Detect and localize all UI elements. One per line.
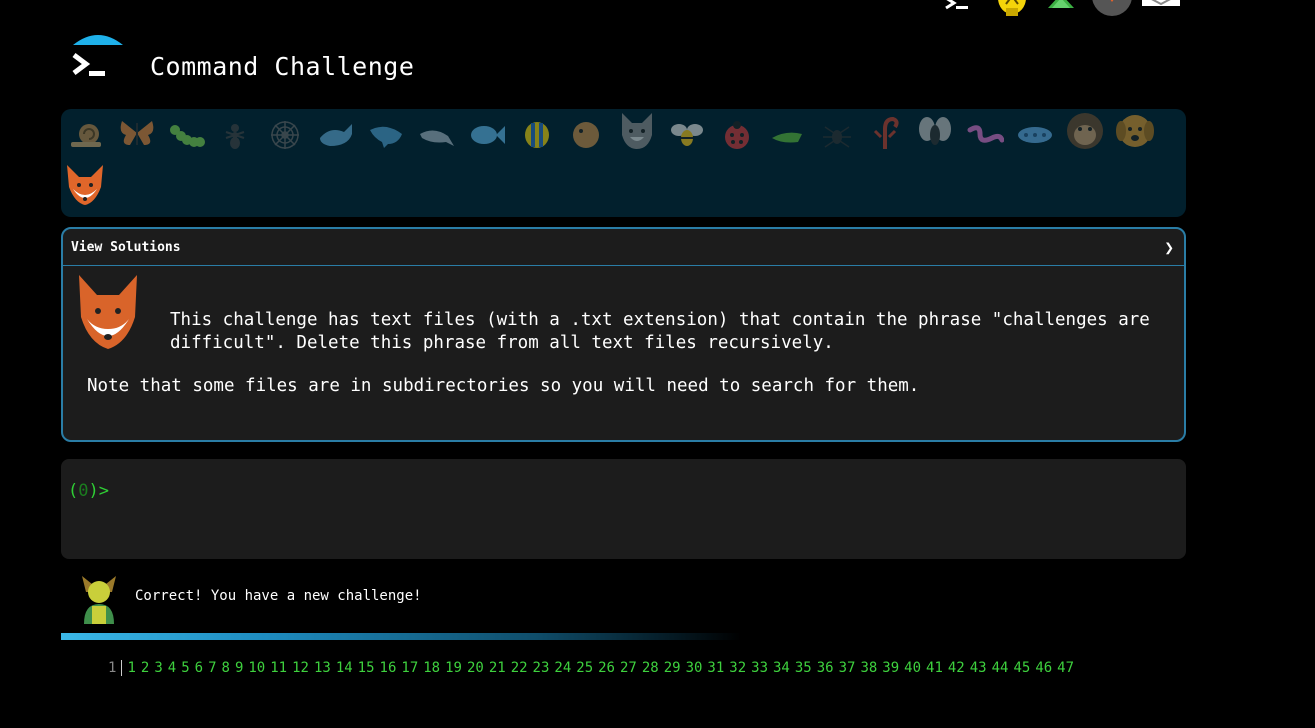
ladybug-icon[interactable] (717, 115, 757, 155)
fish-icon[interactable] (467, 115, 507, 155)
page-link[interactable]: 34 (773, 660, 790, 676)
page-link[interactable]: 28 (642, 660, 659, 676)
cricket-icon[interactable] (767, 115, 807, 155)
lightbulb-icon[interactable] (994, 0, 1030, 20)
spider-web-icon[interactable] (265, 115, 305, 155)
page-link[interactable]: 7 (208, 660, 216, 676)
chevron-right-icon[interactable]: ❯ (1164, 238, 1174, 257)
page-link[interactable]: 8 (222, 660, 230, 676)
view-solutions-toggle[interactable]: View Solutions ❯ (63, 229, 1184, 266)
page-link[interactable]: 11 (270, 660, 287, 676)
page-link[interactable]: 17 (401, 660, 418, 676)
fox-icon[interactable] (65, 165, 105, 205)
current-page: 1 (108, 660, 123, 676)
page-link[interactable]: 31 (707, 660, 724, 676)
terminal[interactable]: (0)> (61, 459, 1186, 559)
page-link[interactable]: 27 (620, 660, 637, 676)
ant-icon[interactable] (215, 115, 255, 155)
avatar-icon[interactable] (1090, 0, 1134, 16)
page-link[interactable]: 47 (1057, 660, 1074, 676)
page-link[interactable]: 18 (423, 660, 440, 676)
challenge-pagination: 1 1 2 3 4 5 6 7 8 9 10 11 12 13 14 15 16 17 18 19 20 21 22 23 24… (108, 660, 1315, 676)
fox-avatar-icon (79, 275, 137, 349)
page-link[interactable]: 36 (817, 660, 834, 676)
fly-icon[interactable] (915, 113, 955, 153)
page-title: Command Challenge (150, 52, 415, 81)
page-link[interactable]: 20 (467, 660, 484, 676)
page-link[interactable]: 30 (686, 660, 703, 676)
page-link[interactable]: 9 (235, 660, 243, 676)
caterpillar-icon[interactable] (167, 115, 207, 155)
page-link[interactable]: 12 (292, 660, 309, 676)
page-link[interactable]: 35 (795, 660, 812, 676)
page-link[interactable]: 42 (948, 660, 965, 676)
page-link[interactable]: 37 (839, 660, 856, 676)
terminal-icon[interactable] (944, 0, 972, 12)
page-link[interactable]: 44 (992, 660, 1009, 676)
page-link[interactable]: 22 (511, 660, 528, 676)
elf-avatar-icon (82, 576, 116, 624)
page-link[interactable]: 2 (141, 660, 149, 676)
page-link[interactable]: 38 (860, 660, 877, 676)
page-link[interactable]: 33 (751, 660, 768, 676)
page-link[interactable]: 3 (154, 660, 162, 676)
dog-icon[interactable] (1115, 111, 1155, 151)
tree-icon[interactable] (1046, 0, 1076, 10)
microbe-icon[interactable] (1015, 115, 1055, 155)
wolf-icon[interactable] (617, 111, 657, 151)
page-link[interactable]: 1 (127, 660, 135, 676)
page-link[interactable]: 32 (729, 660, 746, 676)
blowfish-icon[interactable] (567, 115, 607, 155)
mail-icon[interactable] (1140, 0, 1182, 8)
page-link[interactable]: 6 (195, 660, 203, 676)
page-link[interactable]: 40 (904, 660, 921, 676)
status-message: Correct! You have a new challenge! (135, 588, 422, 604)
page-link[interactable]: 16 (380, 660, 397, 676)
page-link[interactable]: 14 (336, 660, 353, 676)
terminal-prompt: (0)> (68, 481, 109, 501)
progress-bar (61, 633, 741, 640)
page-link[interactable]: 21 (489, 660, 506, 676)
worm-icon[interactable] (965, 115, 1005, 155)
page-link[interactable]: 39 (882, 660, 899, 676)
scorpion-icon[interactable] (865, 113, 905, 153)
page-link[interactable]: 45 (1013, 660, 1030, 676)
top-icons (940, 0, 1190, 20)
page-link[interactable]: 15 (358, 660, 375, 676)
butterfly-icon[interactable] (117, 113, 157, 153)
page-link[interactable]: 5 (181, 660, 189, 676)
page-link[interactable]: 41 (926, 660, 943, 676)
page-link[interactable]: 29 (664, 660, 681, 676)
page-link[interactable]: 19 (445, 660, 462, 676)
challenge-note: Note that some files are in subdirectori… (87, 376, 920, 396)
page-link[interactable]: 13 (314, 660, 331, 676)
challenge-animals-bar (61, 109, 1186, 217)
page-link[interactable]: 4 (168, 660, 176, 676)
view-solutions-label: View Solutions (71, 239, 181, 255)
spider-icon[interactable] (817, 115, 857, 155)
page-link[interactable]: 26 (598, 660, 615, 676)
whale-icon[interactable] (317, 115, 357, 155)
bee-icon[interactable] (667, 115, 707, 155)
page-link[interactable]: 43 (970, 660, 987, 676)
page-link[interactable]: 23 (533, 660, 550, 676)
monkey-icon[interactable] (1065, 111, 1105, 151)
logo-icon (72, 35, 123, 76)
challenge-description: This challenge has text files (with a .t… (170, 310, 1150, 353)
page-link[interactable]: 24 (554, 660, 571, 676)
page-link[interactable]: 10 (248, 660, 265, 676)
dolphin-icon[interactable] (367, 115, 407, 155)
tropical-fish-icon[interactable] (517, 115, 557, 155)
dolphin-2-icon[interactable] (417, 115, 457, 155)
page-link[interactable]: 25 (576, 660, 593, 676)
snail-icon[interactable] (67, 115, 107, 155)
solutions-panel: View Solutions ❯ This challenge has text… (61, 227, 1186, 442)
page-links: 1 2 3 4 5 6 7 8 9 10 11 12 13 14 15 16 17 18 19 20 21 22 23 24 2… (127, 660, 1079, 676)
page-link[interactable]: 46 (1035, 660, 1052, 676)
